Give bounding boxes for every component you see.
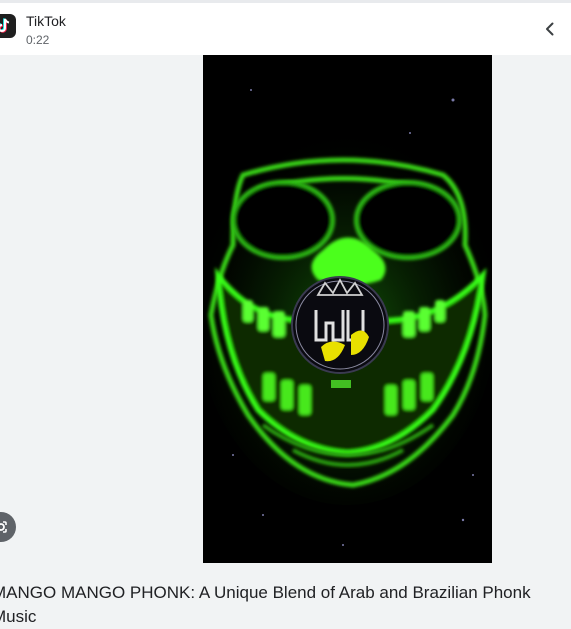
google-lens-button[interactable] xyxy=(0,512,16,542)
video-thumbnail[interactable] xyxy=(203,55,492,563)
channel-logo xyxy=(291,276,389,374)
result-header: TikTok 0:22 xyxy=(0,3,571,55)
video-caption[interactable]: MANGO MANGO PHONK: A Unique Blend of Ara… xyxy=(0,581,571,629)
tiktok-icon[interactable] xyxy=(0,14,16,38)
back-button[interactable] xyxy=(538,17,562,41)
app-title[interactable]: TikTok xyxy=(26,13,66,29)
chevron-left-icon xyxy=(546,22,554,36)
video-duration: 0:22 xyxy=(26,33,50,47)
lens-icon xyxy=(0,521,7,533)
main-content: MANGO MANGO PHONK: A Unique Blend of Ara… xyxy=(0,55,571,626)
clown-face-artwork xyxy=(203,55,492,563)
